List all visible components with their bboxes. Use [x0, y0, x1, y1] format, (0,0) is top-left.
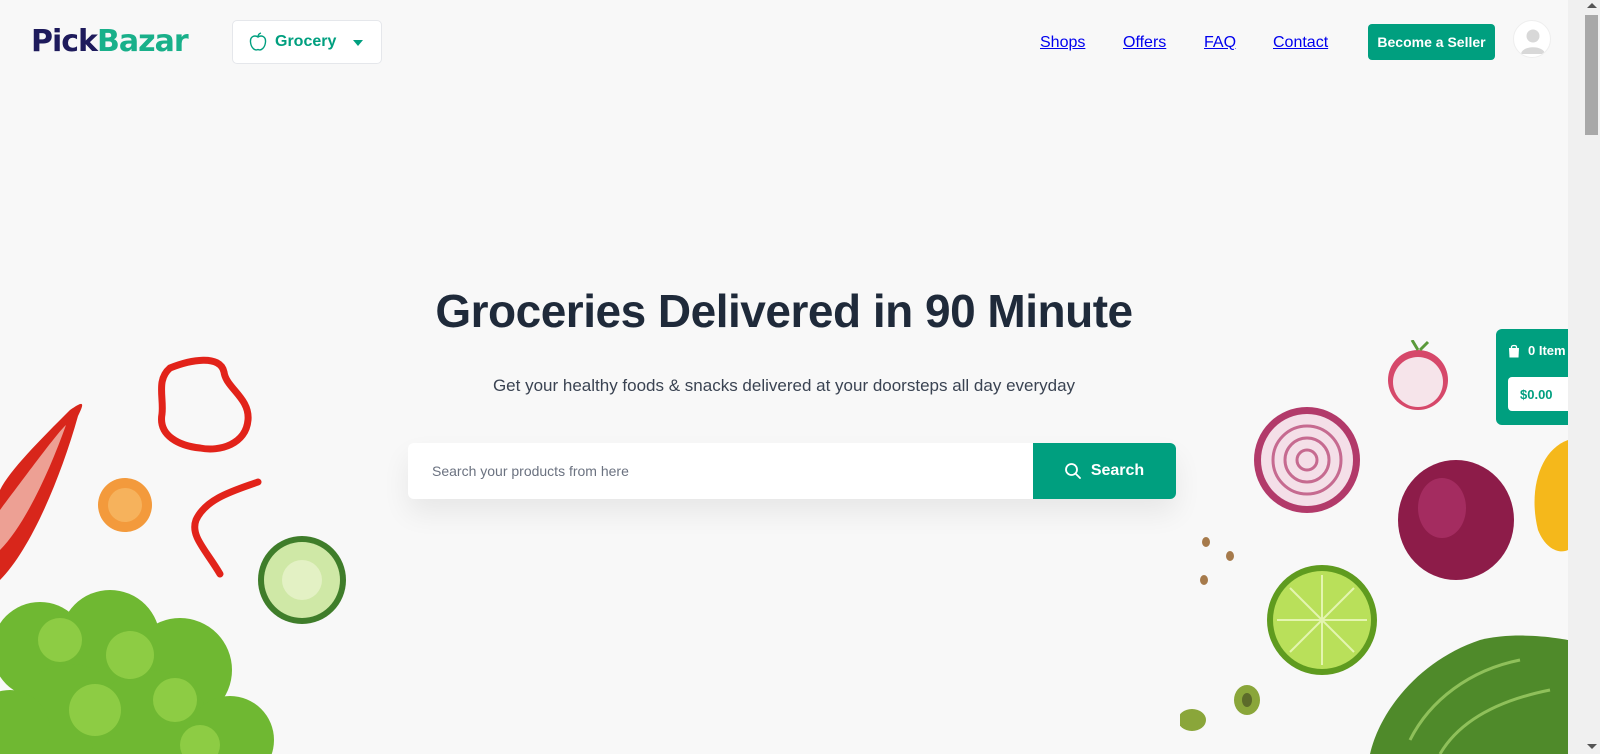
shopping-bag-icon: [1509, 344, 1519, 357]
hero-title: Groceries Delivered in 90 Minute: [435, 285, 1133, 337]
logo-part-bazar: Bazar: [97, 24, 189, 59]
search-button[interactable]: Search: [1033, 443, 1176, 499]
nav-shops[interactable]: Shops: [1040, 34, 1085, 52]
logo-part-pick: Pick: [31, 24, 98, 59]
user-avatar[interactable]: [1513, 20, 1551, 58]
become-seller-button[interactable]: Become a Seller: [1368, 24, 1495, 60]
cart-total: $0.00: [1508, 377, 1568, 411]
search-icon: [1064, 463, 1081, 479]
shop-type-select[interactable]: Grocery: [232, 20, 382, 64]
search-input[interactable]: [408, 443, 1033, 499]
hero-subtitle: Get your healthy foods & snacks delivere…: [492, 376, 1076, 395]
scrollbar-thumb[interactable]: [1585, 15, 1598, 135]
cart-items-label: 0 Item: [1528, 343, 1566, 358]
site-header: PickBazar Grocery Shops Offers FAQ Conta…: [0, 0, 1568, 86]
scroll-down-arrow-icon[interactable]: [1587, 744, 1597, 749]
shop-type-value: Grocery: [275, 33, 337, 50]
scroll-up-arrow-icon[interactable]: [1587, 3, 1597, 8]
logo[interactable]: PickBazar: [31, 24, 189, 60]
nav-offers[interactable]: Offers: [1123, 34, 1166, 52]
chevron-down-icon: [353, 40, 363, 46]
search-button-label: Search: [1090, 462, 1145, 479]
nav-contact[interactable]: Contact: [1273, 34, 1328, 52]
cart-sidebar-toggle[interactable]: 0 Item $0.00: [1496, 329, 1568, 425]
nav-faq[interactable]: FAQ: [1204, 34, 1236, 52]
search-bar: Search: [408, 443, 1176, 499]
vegetables-left-illustration: [0, 356, 346, 754]
apple-icon: [249, 32, 267, 51]
page-scrollbar[interactable]: [1568, 0, 1600, 754]
cart-items: 0 Item: [1508, 343, 1566, 358]
user-avatar-icon: [1521, 29, 1545, 54]
